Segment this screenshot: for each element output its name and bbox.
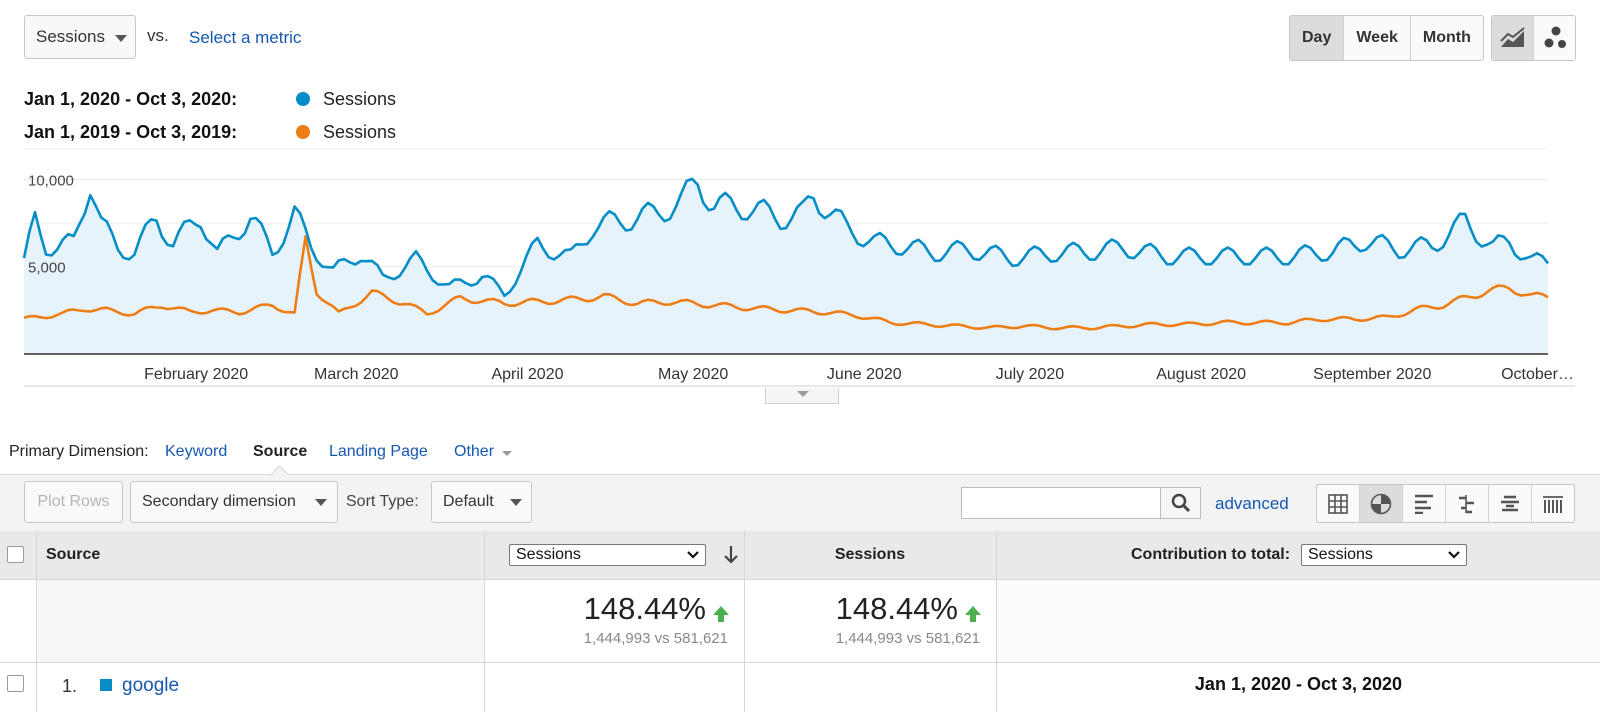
table-search-input[interactable] bbox=[961, 487, 1161, 519]
comparison-icon bbox=[1459, 494, 1474, 513]
pie-chart-icon bbox=[1370, 493, 1392, 514]
x-tick-label: February 2020 bbox=[144, 366, 248, 383]
chevron-down-icon bbox=[797, 391, 809, 397]
x-tick-label: June 2020 bbox=[827, 366, 902, 383]
dimension-source-tab[interactable]: Source bbox=[253, 443, 307, 461]
x-tick-label: August 2020 bbox=[1156, 366, 1246, 383]
dimension-landing-page-link[interactable]: Landing Page bbox=[329, 443, 428, 461]
plot-rows-button[interactable]: Plot Rows bbox=[24, 481, 123, 523]
chevron-down-icon bbox=[510, 499, 522, 506]
row-checkbox[interactable] bbox=[7, 675, 24, 692]
y-tick-label: 10,000 bbox=[28, 172, 74, 189]
dimension-keyword-link[interactable]: Keyword bbox=[165, 443, 227, 461]
total-change-metric: 148.44% bbox=[484, 591, 706, 627]
sort-type-label: Sort Type: bbox=[346, 493, 419, 510]
row-source-link[interactable]: google bbox=[122, 675, 179, 697]
select-metric-link[interactable]: Select a metric bbox=[189, 28, 301, 48]
pivot-view-button[interactable] bbox=[1531, 485, 1574, 522]
metric-column-select[interactable]: Sessions bbox=[509, 544, 706, 566]
granularity-buttons: Day Week Month bbox=[1289, 15, 1484, 61]
table-view-buttons bbox=[1316, 484, 1575, 523]
totals-contribution-cell bbox=[997, 580, 1600, 662]
total-change-percent-sessions: 148.44% bbox=[835, 591, 958, 626]
month-button[interactable]: Month bbox=[1409, 16, 1483, 60]
sort-type-dropdown[interactable]: Default bbox=[431, 481, 532, 523]
chevron-down-icon bbox=[115, 35, 127, 42]
row-index: 1. bbox=[62, 676, 78, 696]
total-change-percent: 148.44% bbox=[583, 591, 706, 626]
chevron-down-icon bbox=[502, 451, 512, 456]
search-icon bbox=[1171, 493, 1190, 513]
x-tick-label: March 2020 bbox=[314, 366, 399, 383]
legend-dot-previous bbox=[296, 125, 310, 139]
chevron-down-icon bbox=[1448, 551, 1460, 559]
chart-collapse-handle[interactable] bbox=[765, 388, 839, 404]
primary-dimension-label: Primary Dimension: bbox=[9, 443, 149, 460]
term-cloud-view-button[interactable] bbox=[1488, 485, 1531, 522]
sessions-line-chart: 10,000 5,000 February 2020 March 2020 April … bbox=[22, 148, 1575, 387]
select-all-checkbox[interactable] bbox=[7, 546, 24, 563]
legend-dot-current bbox=[296, 92, 310, 106]
x-tick-label: May 2020 bbox=[658, 366, 728, 383]
arrow-up-icon bbox=[713, 606, 729, 622]
sessions-column-header[interactable]: Sessions bbox=[744, 546, 996, 564]
term-cloud-icon bbox=[1501, 495, 1519, 511]
metric-select[interactable]: Sessions bbox=[24, 15, 136, 59]
x-tick-label: September 2020 bbox=[1313, 366, 1431, 383]
legend-range-current: Jan 1, 2020 - Oct 3, 2020: bbox=[24, 89, 238, 109]
chevron-down-icon bbox=[687, 551, 699, 559]
vs-label: vs. bbox=[147, 26, 169, 45]
performance-view-button[interactable] bbox=[1402, 485, 1445, 522]
total-change-sessions: 148.44% bbox=[744, 591, 958, 627]
legend-name-previous: Sessions bbox=[323, 122, 397, 142]
chevron-down-icon bbox=[315, 499, 327, 506]
data-table-view-button[interactable] bbox=[1317, 485, 1359, 522]
contribution-select-value: Sessions bbox=[1308, 546, 1373, 563]
x-tick-label: July 2020 bbox=[996, 366, 1065, 383]
secondary-dimension-dropdown[interactable]: Secondary dimension bbox=[130, 481, 338, 523]
contribution-date-range: Jan 1, 2020 - Oct 3, 2020 bbox=[1194, 674, 1403, 694]
metric-column-select-value: Sessions bbox=[516, 546, 581, 563]
advanced-filter-link[interactable]: advanced bbox=[1215, 494, 1289, 514]
y-tick-label: 5,000 bbox=[28, 260, 66, 277]
grid-icon bbox=[1328, 493, 1348, 514]
sessions-area-current bbox=[24, 178, 1548, 354]
dimension-other-dropdown[interactable]: Other bbox=[454, 443, 512, 461]
bar-list-icon bbox=[1415, 494, 1433, 514]
line-chart-icon bbox=[1499, 27, 1525, 47]
sort-type-value: Default bbox=[443, 493, 494, 510]
week-button[interactable]: Week bbox=[1343, 16, 1410, 60]
comparison-view-button[interactable] bbox=[1445, 485, 1488, 522]
line-chart-button[interactable] bbox=[1492, 16, 1533, 60]
pie-view-button[interactable] bbox=[1359, 485, 1402, 522]
source-column-header[interactable]: Source bbox=[46, 546, 100, 564]
x-tick-label: October… bbox=[1501, 366, 1574, 383]
row-color-swatch bbox=[100, 679, 112, 691]
dimension-other-label: Other bbox=[454, 443, 495, 460]
legend-range-previous: Jan 1, 2019 - Oct 3, 2019: bbox=[24, 122, 238, 142]
contribution-label: Contribution to total: bbox=[1131, 546, 1291, 563]
total-comparison-values: 1,444,993 vs 581,621 bbox=[583, 630, 728, 647]
sort-descending-icon[interactable] bbox=[722, 545, 740, 565]
pivot-icon bbox=[1543, 495, 1563, 513]
x-tick-label: April 2020 bbox=[491, 366, 563, 383]
secondary-dimension-label: Secondary dimension bbox=[142, 493, 296, 510]
search-button[interactable] bbox=[1160, 487, 1201, 519]
motion-chart-button[interactable] bbox=[1533, 16, 1575, 60]
total-comparison-values-sessions: 1,444,993 vs 581,621 bbox=[835, 630, 980, 647]
metric-select-value: Sessions bbox=[36, 27, 105, 46]
bubbles-icon bbox=[1544, 26, 1566, 48]
totals-source-cell bbox=[37, 580, 484, 662]
contribution-select[interactable]: Sessions bbox=[1301, 544, 1467, 566]
chart-type-buttons bbox=[1491, 15, 1576, 61]
day-button[interactable]: Day bbox=[1290, 16, 1344, 60]
legend-name-current: Sessions bbox=[323, 89, 397, 109]
arrow-up-icon bbox=[965, 606, 981, 622]
